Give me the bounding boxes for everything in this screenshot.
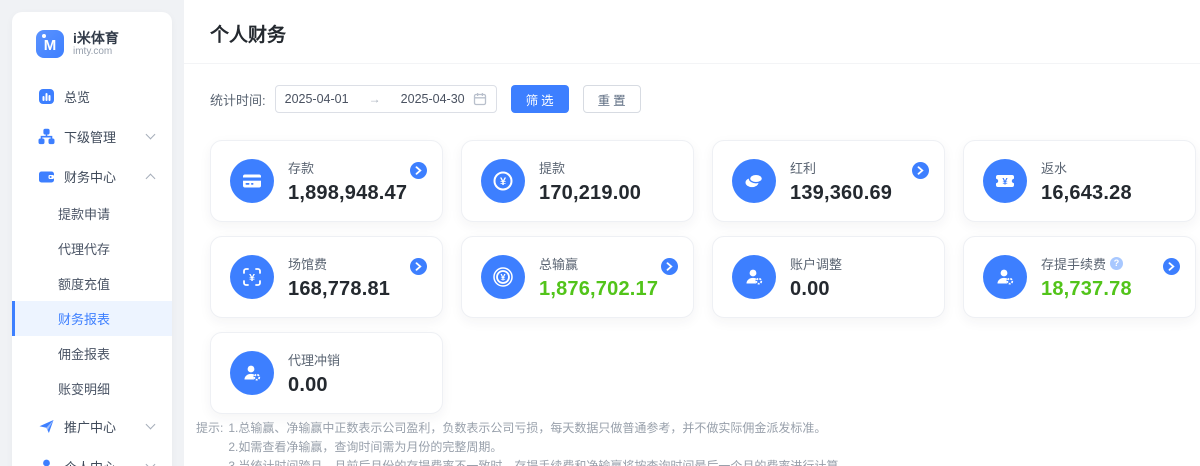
sidebar-item-overview[interactable]: 总览	[12, 76, 172, 116]
svg-text:¥: ¥	[500, 272, 505, 282]
brand-domain: imty.com	[73, 46, 119, 58]
card-label: 存款	[288, 158, 407, 177]
card-value: 139,360.69	[790, 182, 892, 205]
chevron-down-icon	[146, 460, 156, 466]
tip-line-3: 3.当统计时间跨月，且前后月份的存提费率不一致时，存提手续费和净输赢将按查询时间…	[228, 457, 850, 466]
card-detail-arrow-button[interactable]	[1163, 258, 1180, 275]
svg-text:¥: ¥	[1002, 177, 1008, 188]
help-icon[interactable]: ?	[1110, 257, 1123, 270]
sidebar-item-withdraw-apply[interactable]: 提款申请	[12, 196, 172, 231]
chevron-up-icon	[146, 173, 156, 183]
filter-button[interactable]: 筛选	[511, 85, 569, 113]
card-value: 16,643.28	[1041, 182, 1132, 205]
card-withdrawal[interactable]: ¥ 提款 170,219.00	[461, 140, 694, 222]
sidebar-menu: 总览 下级管理 财务中心 提款申请 代理代存 额度充值 财务报表	[12, 76, 172, 466]
sidebar-item-subordinate-mgmt[interactable]: 下级管理	[12, 116, 172, 156]
card-label: 总输赢	[539, 254, 658, 273]
yen-circle-icon: ¥	[481, 159, 525, 203]
user-gear-icon	[983, 255, 1027, 299]
tips-label: 提示:	[196, 419, 223, 466]
sidebar-item-quota-recharge[interactable]: 额度充值	[12, 266, 172, 301]
coin-yen-icon: ¥	[481, 255, 525, 299]
sidebar-item-agent-deposit[interactable]: 代理代存	[12, 231, 172, 266]
date-start[interactable]: 2025-04-01	[285, 92, 349, 106]
card-deposit[interactable]: 存款 1,898,948.47	[210, 140, 443, 222]
card-account-adjustment[interactable]: 账户调整 0.00	[712, 236, 945, 318]
sidebar-item-personal-center[interactable]: 个人中心	[12, 446, 172, 466]
brand-logo-icon: M	[36, 30, 64, 58]
card-value: 0.00	[288, 374, 340, 397]
card-detail-arrow-button[interactable]	[912, 162, 929, 179]
card-label: 提款	[539, 158, 641, 177]
page-title: 个人财务	[184, 0, 1200, 64]
card-rebate[interactable]: ¥ 返水 16,643.28	[963, 140, 1196, 222]
card-value: 1,898,948.47	[288, 182, 407, 205]
card-venue-fee[interactable]: ¥ 场馆费 168,778.81	[210, 236, 443, 318]
sidebar-item-finance-center[interactable]: 财务中心	[12, 156, 172, 196]
calendar-icon	[473, 92, 487, 106]
tip-line-1: 1.总输赢、净输赢中正数表示公司盈利，负数表示公司亏损，每天数据只做普通参考，并…	[228, 419, 850, 438]
paper-plane-icon	[38, 418, 55, 435]
brand-name: i米体育	[73, 30, 119, 46]
chevron-down-icon	[146, 420, 156, 430]
card-bonus[interactable]: 红利 139,360.69	[712, 140, 945, 222]
coins-icon	[732, 159, 776, 203]
card-label: 红利	[790, 158, 892, 177]
brand-logo[interactable]: M i米体育 imty.com	[12, 12, 172, 58]
date-range-arrow: →	[349, 92, 401, 106]
card-detail-arrow-button[interactable]	[661, 258, 678, 275]
card-value: 170,219.00	[539, 182, 641, 205]
stat-cards-grid: 存款 1,898,948.47 ¥ 提款 170,219.00 红利 139,3…	[210, 140, 1196, 414]
card-agent-writeoff[interactable]: 代理冲销 0.00	[210, 332, 443, 414]
main-content: 个人财务 统计时间: 2025-04-01 → 2025-04-30 筛选 重置…	[184, 0, 1200, 466]
sidebar-item-account-changes[interactable]: 账变明细	[12, 371, 172, 406]
card-label-text: 存提手续费	[1041, 254, 1106, 273]
date-end[interactable]: 2025-04-30	[401, 92, 465, 106]
card-detail-arrow-button[interactable]	[410, 258, 427, 275]
card-total-winloss[interactable]: ¥ 总输赢 1,876,702.17	[461, 236, 694, 318]
hierarchy-icon	[38, 128, 55, 145]
svg-text:¥: ¥	[500, 176, 507, 188]
filter-bar: 统计时间: 2025-04-01 → 2025-04-30 筛选 重置	[184, 64, 1200, 113]
sidebar-item-finance-report[interactable]: 财务报表	[12, 301, 172, 336]
ticket-yen-icon: ¥	[983, 159, 1027, 203]
filter-label: 统计时间:	[210, 90, 266, 109]
wallet-icon	[38, 168, 55, 185]
card-detail-arrow-button[interactable]	[410, 162, 427, 179]
tip-line-2: 2.如需查看净输赢，查询时间需为月份的完整周期。	[228, 438, 850, 457]
card-label: 场馆费	[288, 254, 390, 273]
card-label: 返水	[1041, 158, 1132, 177]
card-label: 账户调整	[790, 254, 842, 273]
sidebar-item-commission-report[interactable]: 佣金报表	[12, 336, 172, 371]
credit-card-icon	[230, 159, 274, 203]
person-icon	[38, 458, 55, 466]
card-value: 1,876,702.17	[539, 278, 658, 301]
scan-yen-icon: ¥	[230, 255, 274, 299]
tips-section: 提示: 1.总输赢、净输赢中正数表示公司盈利，负数表示公司亏损，每天数据只做普通…	[196, 419, 1190, 466]
card-value: 18,737.78	[1041, 278, 1132, 301]
card-label: 代理冲销	[288, 350, 340, 369]
user-gear-icon	[230, 351, 274, 395]
card-value: 168,778.81	[288, 278, 390, 301]
overview-icon	[38, 88, 55, 105]
sidebar: M i米体育 imty.com 总览 下级管理 财务中心	[12, 12, 172, 466]
card-value: 0.00	[790, 278, 842, 301]
svg-text:¥: ¥	[249, 272, 255, 284]
card-deposit-withdraw-fee[interactable]: 存提手续费 ? 18,737.78	[963, 236, 1196, 318]
chevron-down-icon	[146, 130, 156, 140]
card-label: 存提手续费 ?	[1041, 254, 1132, 273]
sidebar-item-promotion-center[interactable]: 推广中心	[12, 406, 172, 446]
date-range-picker[interactable]: 2025-04-01 → 2025-04-30	[275, 85, 497, 113]
reset-button[interactable]: 重置	[583, 85, 641, 113]
user-gear-icon	[732, 255, 776, 299]
